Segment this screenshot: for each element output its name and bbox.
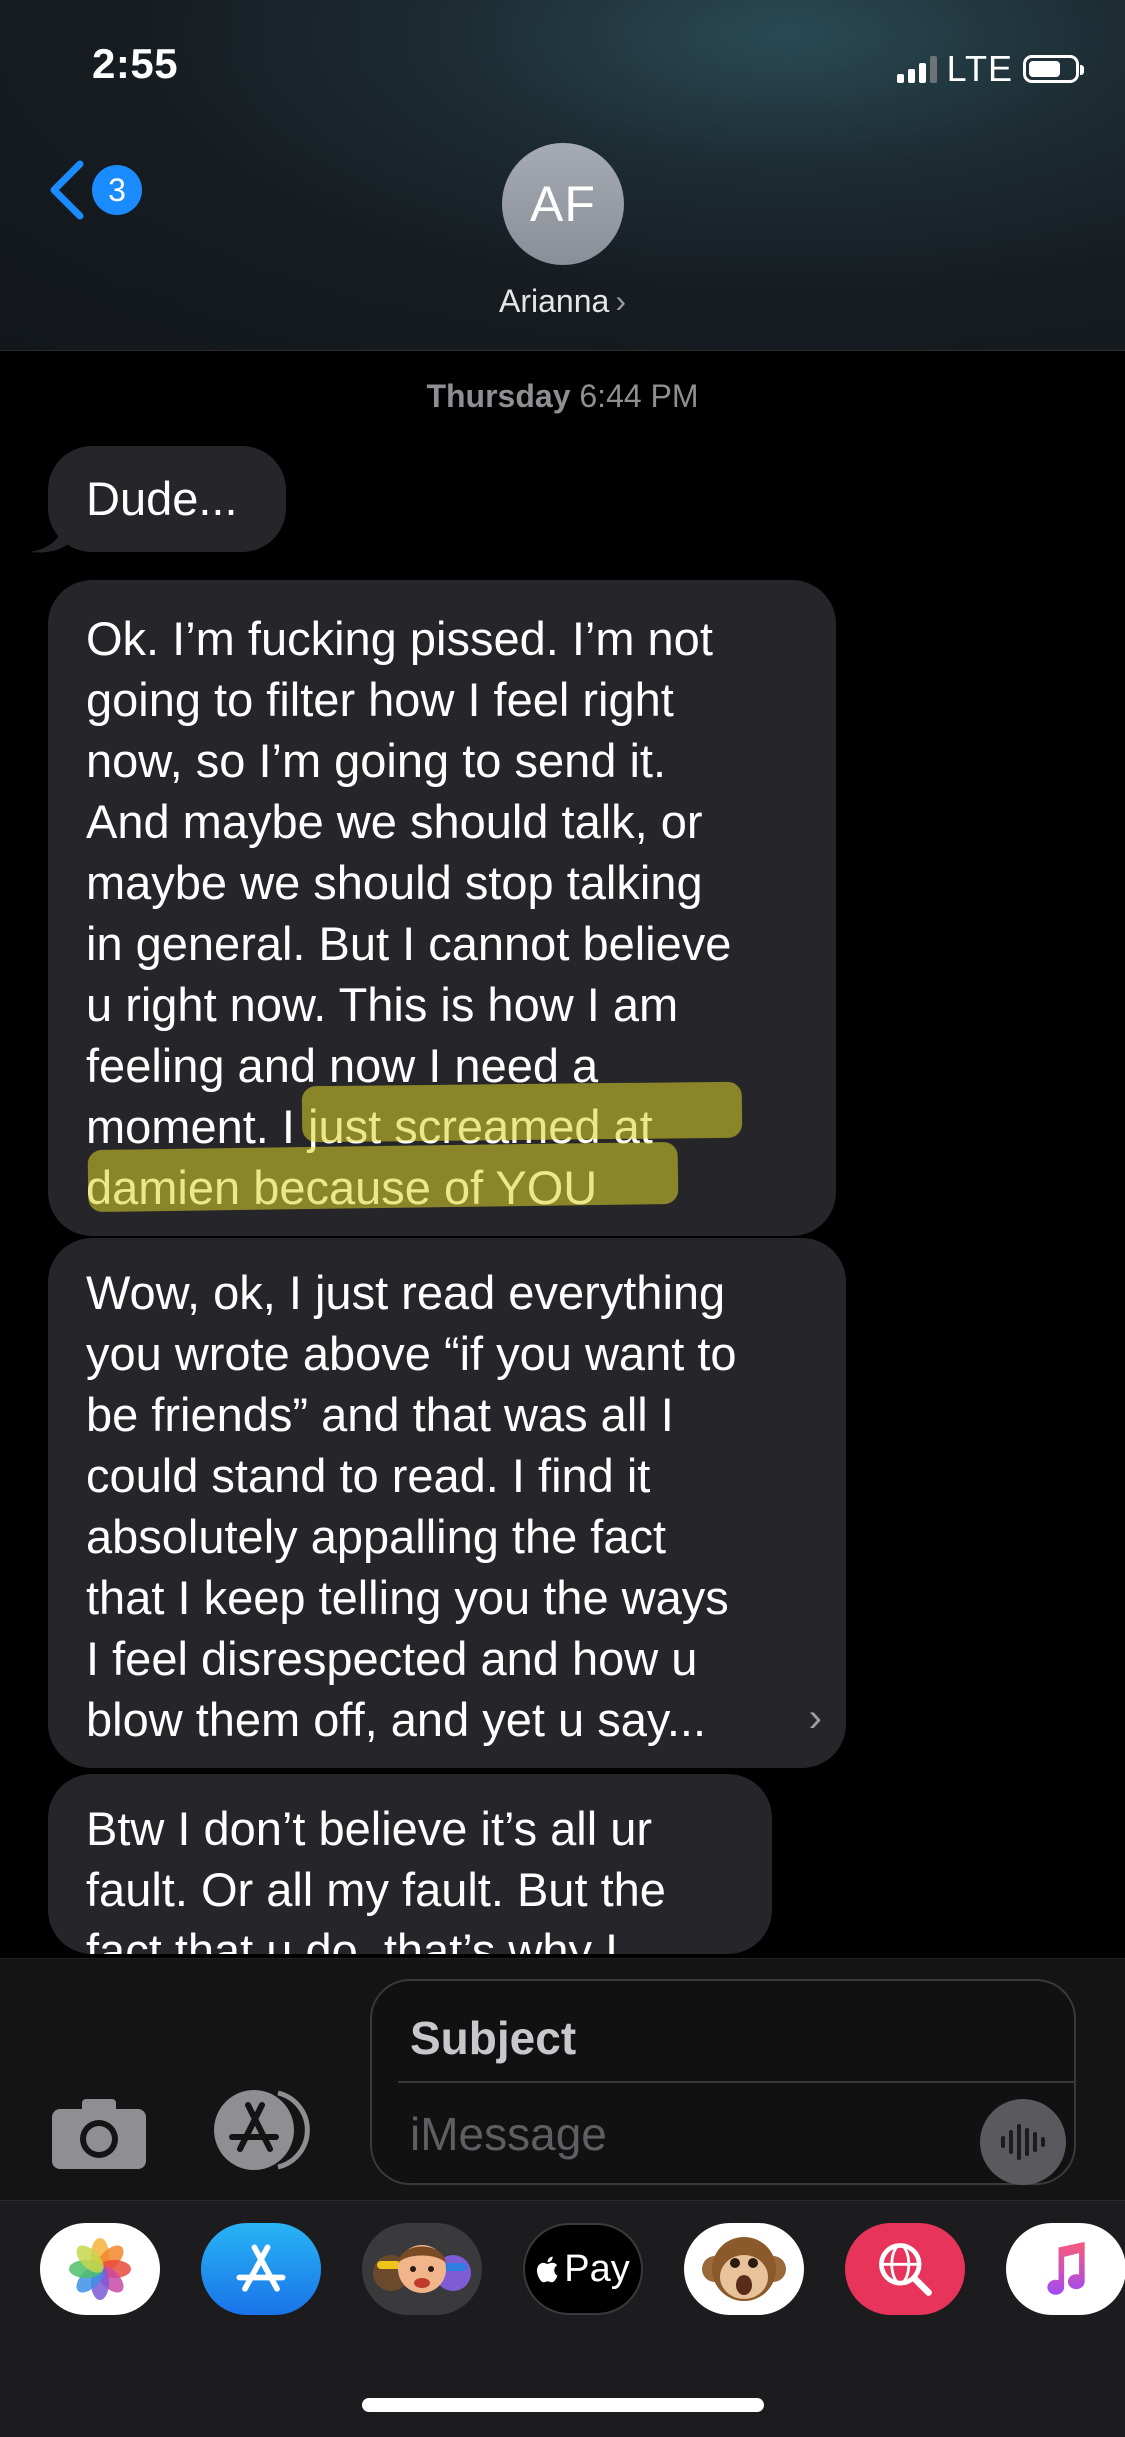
message-line: Wow, ok, I just read everything bbox=[86, 1266, 726, 1319]
message-bubble[interactable]: Btw I don’t believe it’s all ur fault. O… bbox=[48, 1774, 772, 1954]
app-store-icon bbox=[236, 2244, 286, 2292]
apple-pay-app-button[interactable]: Pay bbox=[523, 2223, 643, 2315]
message-line: u right now. This is how I am bbox=[86, 978, 679, 1031]
status-indicators: LTE bbox=[896, 48, 1084, 90]
message-line: Btw I don’t believe it’s all ur bbox=[86, 1802, 653, 1855]
photos-icon bbox=[69, 2238, 131, 2300]
memoji-stickers-icon bbox=[373, 2245, 471, 2293]
unread-count-badge: 3 bbox=[92, 165, 142, 215]
message-line: And maybe we should talk, or bbox=[86, 795, 703, 848]
contact-name-button[interactable]: Arianna › bbox=[0, 283, 1125, 320]
compose-bar: Subject iMessage bbox=[0, 1958, 1125, 2201]
music-app-button[interactable] bbox=[1006, 2223, 1125, 2315]
message-bubble[interactable]: Ok. I’m fucking pissed. I’m not going to… bbox=[48, 580, 836, 1236]
animoji-app-button[interactable] bbox=[684, 2223, 804, 2315]
back-button[interactable]: 3 bbox=[46, 158, 142, 222]
message-line: feeling and now I need a bbox=[86, 1039, 599, 1092]
chevron-right-icon: › bbox=[615, 283, 626, 319]
apple-pay-label: Pay bbox=[564, 2247, 630, 2290]
subject-field[interactable]: Subject bbox=[410, 2011, 576, 2065]
globe-search-icon bbox=[879, 2243, 932, 2296]
conversation-header: 2:55 LTE 3 AF Arianna › bbox=[0, 0, 1125, 351]
message-input-box[interactable]: Subject iMessage bbox=[370, 1979, 1076, 2185]
message-line: fact that u do, that’s why I bbox=[86, 1924, 619, 1954]
message-line: going to filter how I feel right bbox=[86, 673, 674, 726]
camera-icon bbox=[52, 2099, 146, 2169]
expand-message-chevron-icon[interactable]: › bbox=[809, 1688, 822, 1749]
app-store-drawer-button[interactable] bbox=[208, 2087, 316, 2173]
audio-message-button[interactable] bbox=[980, 2099, 1066, 2185]
message-line: Ok. I’m fucking pissed. I’m not bbox=[86, 612, 713, 665]
message-line: maybe we should stop talking bbox=[86, 856, 703, 909]
message-line: moment. I just screamed at bbox=[86, 1100, 653, 1153]
image-search-app-button[interactable] bbox=[845, 2223, 965, 2315]
contact-name: Arianna bbox=[499, 283, 610, 319]
photos-app-button[interactable] bbox=[40, 2223, 160, 2315]
message-bubble[interactable]: Dude... bbox=[48, 446, 286, 552]
message-line: I feel disrespected and how u bbox=[86, 1632, 698, 1685]
app-store-icon bbox=[214, 2090, 310, 2170]
status-time: 2:55 bbox=[92, 40, 179, 87]
camera-button[interactable] bbox=[52, 2099, 146, 2169]
network-type: LTE bbox=[946, 48, 1013, 89]
message-line: that I keep telling you the ways bbox=[86, 1571, 729, 1624]
imessage-field[interactable]: iMessage bbox=[410, 2107, 607, 2161]
memoji-stickers-app-button[interactable] bbox=[362, 2223, 482, 2315]
message-line: could stand to read. I find it bbox=[86, 1449, 651, 1502]
message-line: in general. But I cannot believe bbox=[86, 917, 732, 970]
message-bubble[interactable]: Wow, ok, I just read everything you wrot… bbox=[48, 1238, 846, 1768]
timestamp-day: Thursday bbox=[426, 378, 571, 414]
message-line: now, so I’m going to send it. bbox=[86, 734, 666, 787]
home-indicator[interactable] bbox=[362, 2398, 764, 2412]
monkey-animoji-icon bbox=[702, 2237, 786, 2301]
message-line: damien because of YOU bbox=[86, 1161, 598, 1214]
message-line: fault. Or all my fault. But the bbox=[86, 1863, 666, 1916]
app-store-app-button[interactable] bbox=[201, 2223, 321, 2315]
chevron-left-icon bbox=[50, 160, 84, 220]
cellular-signal-icon bbox=[896, 55, 937, 83]
message-line: you wrote above “if you want to bbox=[86, 1327, 737, 1380]
contact-avatar[interactable]: AF bbox=[502, 143, 624, 265]
message-line: blow them off, and yet u say... bbox=[86, 1693, 707, 1746]
waveform-icon bbox=[1001, 2124, 1045, 2160]
apple-logo-icon bbox=[537, 2256, 558, 2283]
music-note-icon bbox=[1047, 2241, 1085, 2295]
message-line: Dude... bbox=[86, 472, 238, 525]
field-divider bbox=[398, 2081, 1074, 2083]
message-line: be friends” and that was all I bbox=[86, 1388, 674, 1441]
message-line: absolutely appalling the fact bbox=[86, 1510, 667, 1563]
message-timestamp: Thursday 6:44 PM bbox=[0, 378, 1125, 415]
battery-icon bbox=[1023, 55, 1084, 83]
timestamp-time: 6:44 PM bbox=[579, 378, 699, 414]
